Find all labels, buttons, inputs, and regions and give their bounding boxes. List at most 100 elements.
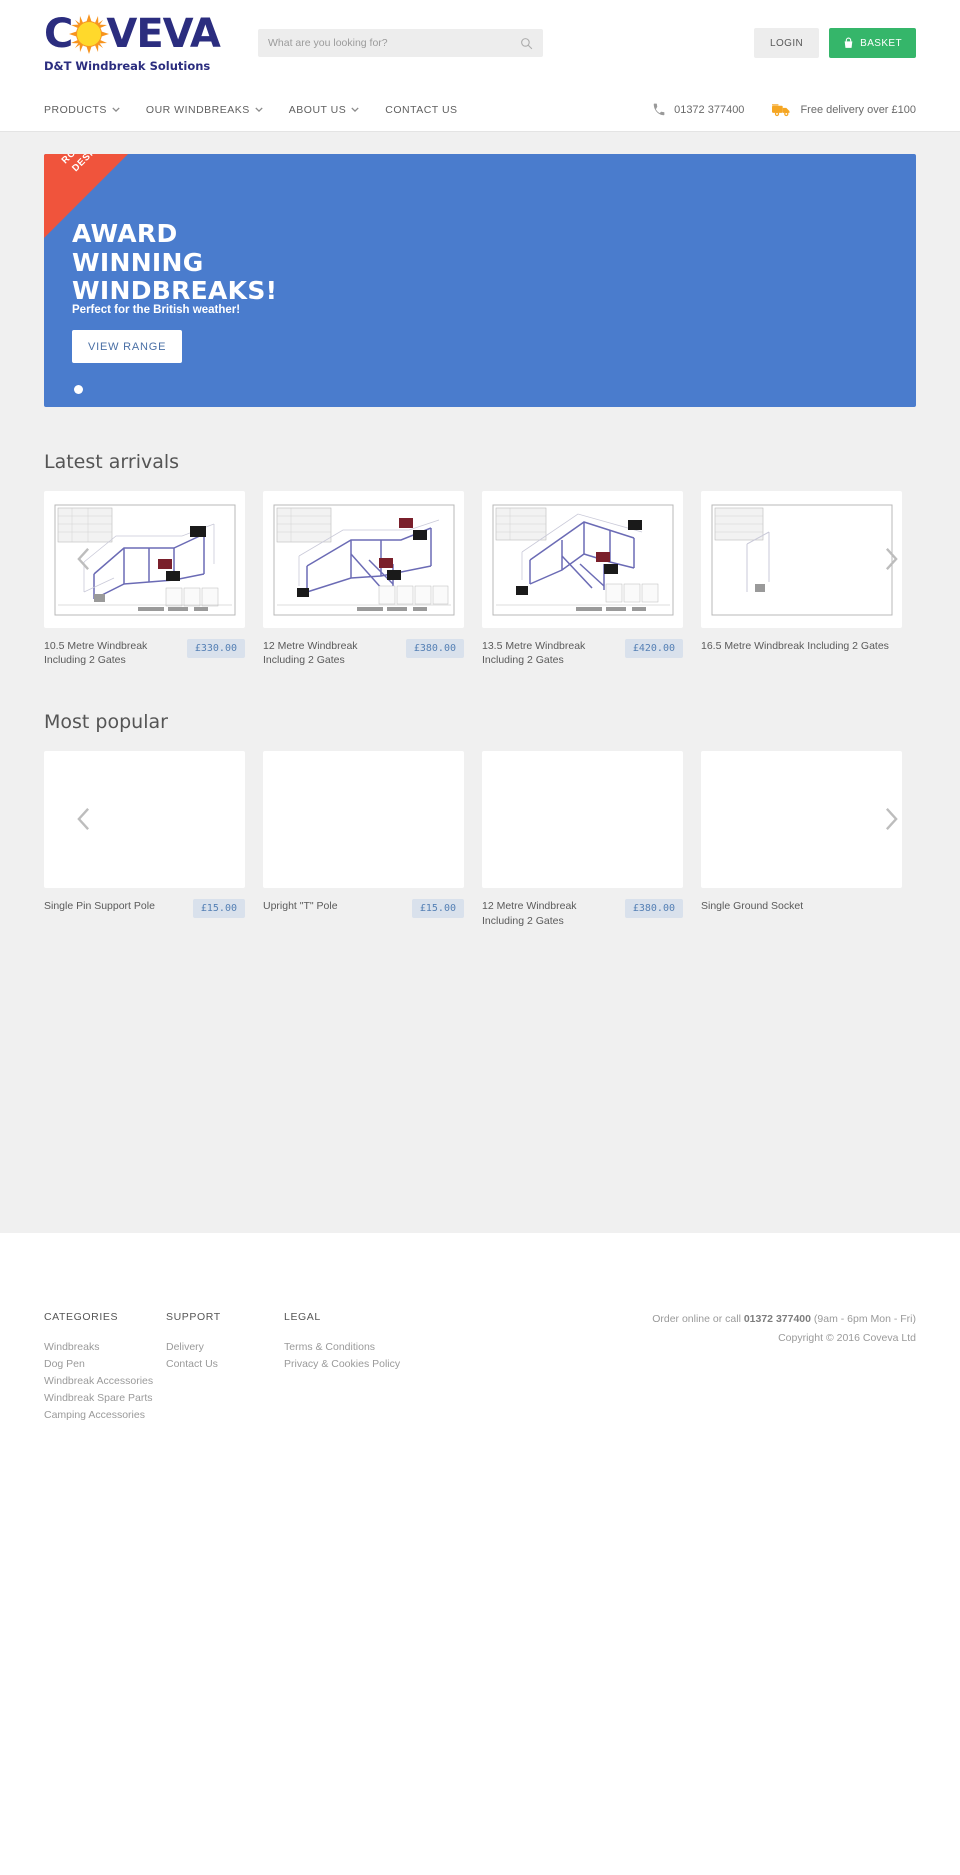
product-card[interactable]: Single Pin Support Pole £15.00 [44,751,245,927]
most-popular-carousel: Single Pin Support Pole £15.00 Upright "… [44,751,916,927]
carousel-prev-button[interactable] [70,803,96,835]
footer-heading: CATEGORIES [44,1311,119,1323]
footer-columns: CATEGORIES Windbreaks Dog Pen Windbreak … [44,1233,916,1424]
basket-button[interactable]: BASKET [829,28,916,58]
chevron-right-icon [885,548,898,570]
section-title: Latest arrivals [44,451,180,473]
site-footer: CATEGORIES Windbreaks Dog Pen Windbreak … [0,1233,960,1875]
product-image[interactable] [701,491,902,628]
nav-item-our-windbreaks[interactable]: OUR WINDBREAKS [146,104,263,116]
login-button[interactable]: LOGIN [754,28,820,58]
nav-item-contact-us[interactable]: CONTACT US [385,104,457,116]
carousel-prev-button[interactable] [70,543,96,575]
logo-letters-veva: VEVA [106,11,220,57]
footer-order-phone[interactable]: 01372 377400 [744,1313,811,1325]
product-card[interactable]: 10.5 Metre Windbreak Including 2 Gates £… [44,491,245,667]
product-card[interactable]: 12 Metre Windbreak Including 2 Gates £38… [263,491,464,667]
carousel-dots [74,385,83,394]
product-card[interactable]: 13.5 Metre Windbreak Including 2 Gates £… [482,491,683,667]
logo-tagline: D&T Windbreak Solutions [44,59,211,73]
nav-info-group: 01372 377400 Free delivery over £100 [652,103,916,117]
cad-drawing-icon [711,504,892,615]
cad-drawing-icon [273,504,454,615]
hero-title: AWARD WINNING WINDBREAKS! [72,219,278,306]
product-price: £15.00 [192,899,245,919]
truck-icon [772,103,790,116]
hero-banner: ROBUST DESIGN AWARD WINNING WINDBREAKS! … [44,154,916,407]
search-input[interactable] [268,37,520,49]
product-card[interactable]: Upright "T" Pole £15.00 [263,751,464,927]
site-logo[interactable]: C VEVA D&T Windbreak Solutions [44,11,221,73]
chevron-right-icon [885,808,898,831]
footer-link-camping-accessories[interactable]: Camping Accessories [44,1407,166,1424]
product-price: £380.00 [624,899,683,919]
product-card[interactable]: Single Ground Socket [701,751,902,927]
footer-order-line: Order online or call 01372 377400 (9am -… [652,1313,916,1325]
carousel-next-button[interactable] [878,803,904,835]
footer-link-terms-conditions[interactable]: Terms & Conditions [284,1339,406,1356]
footer-contact-block: Order online or call 01372 377400 (9am -… [652,1311,916,1424]
phone-icon [653,103,665,115]
product-list: 10.5 Metre Windbreak Including 2 Gates £… [44,491,960,667]
product-price: £15.00 [411,899,464,919]
delivery-text: Free delivery over £100 [800,103,916,116]
nav-item-products[interactable]: PRODUCTS [44,104,120,116]
footer-link-delivery[interactable]: Delivery [166,1339,284,1356]
search-icon[interactable] [520,37,533,50]
search-bar[interactable] [258,29,543,57]
product-image[interactable] [482,751,683,889]
product-name: 13.5 Metre Windbreak Including 2 Gates [482,640,586,667]
footer-link-dog-pen[interactable]: Dog Pen [44,1356,166,1373]
hero-title-line-2: WINNING [72,247,204,277]
footer-link-privacy-cookies-policy[interactable]: Privacy & Cookies Policy [284,1356,406,1373]
nav-item-about-us[interactable]: ABOUT US [289,104,359,116]
page-root: C VEVA D&T Windbreak Solutions What are … [0,0,960,1875]
product-price: £330.00 [186,639,245,658]
chevron-left-icon [76,808,89,831]
product-card[interactable]: 16.5 Metre Windbreak Including 2 Gates [701,491,902,667]
footer-link-windbreak-accessories[interactable]: Windbreak Accessories [44,1373,166,1390]
footer-order-prefix: Order online or call [652,1313,744,1325]
product-image[interactable] [263,751,464,889]
chevron-down-icon [112,107,120,112]
phone-number: 01372 377400 [674,103,745,116]
carousel-next-button[interactable] [878,543,904,575]
product-meta: 10.5 Metre Windbreak Including 2 Gates £… [44,639,245,667]
hero-subtitle: Perfect for the British weather! [72,304,241,316]
product-meta: Single Pin Support Pole £15.00 [44,899,245,919]
chevron-left-icon [76,548,89,570]
section-latest-arrivals: Latest arrivals 10.5 Metre Windbreak Inc… [44,451,916,667]
chevron-down-icon [351,107,359,112]
product-meta: 16.5 Metre Windbreak Including 2 Gates [701,639,902,653]
footer-link-windbreaks[interactable]: Windbreaks [44,1339,166,1356]
nav-label: PRODUCTS [44,103,107,116]
product-image[interactable] [482,491,683,628]
product-list: Single Pin Support Pole £15.00 Upright "… [44,751,960,927]
footer-column-legal: LEGAL Terms & Conditions Privacy & Cooki… [284,1311,406,1424]
nav-label: CONTACT US [385,103,458,116]
header-top-bar: C VEVA D&T Windbreak Solutions What are … [0,0,960,88]
footer-link-windbreak-spare-parts[interactable]: Windbreak Spare Parts [44,1390,166,1407]
footer-copyright: Copyright © 2016 Coveva Ltd [778,1332,916,1344]
basket-icon [844,37,853,48]
product-meta: 12 Metre Windbreak Including 2 Gates £38… [482,899,683,927]
site-header: C VEVA D&T Windbreak Solutions What are … [0,0,960,132]
phone-info[interactable]: 01372 377400 [652,103,744,117]
hero-title-line-3: WINDBREAKS! [72,276,278,305]
section-most-popular: Most popular Single Pin Support Pole £15… [44,711,916,927]
footer-link-contact-us[interactable]: Contact Us [166,1356,284,1373]
logo-wordmark: C VEVA [44,11,221,57]
product-card[interactable]: 12 Metre Windbreak Including 2 Gates £38… [482,751,683,927]
cad-drawing-icon [492,504,673,615]
main-content: ROBUST DESIGN AWARD WINNING WINDBREAKS! … [0,154,960,928]
nav-label: OUR WINDBREAKS [145,103,250,116]
footer-column-support: SUPPORT Delivery Contact Us [166,1311,284,1424]
product-image[interactable] [701,751,902,889]
nav-label: ABOUT US [288,103,347,116]
product-meta: 13.5 Metre Windbreak Including 2 Gates £… [482,639,683,667]
view-range-button[interactable]: VIEW RANGE [72,330,183,363]
carousel-dot-1[interactable] [74,385,83,394]
product-image[interactable] [263,491,464,628]
product-name: 12 Metre Windbreak Including 2 Gates [263,640,358,667]
product-meta: Upright "T" Pole £15.00 [263,899,464,919]
